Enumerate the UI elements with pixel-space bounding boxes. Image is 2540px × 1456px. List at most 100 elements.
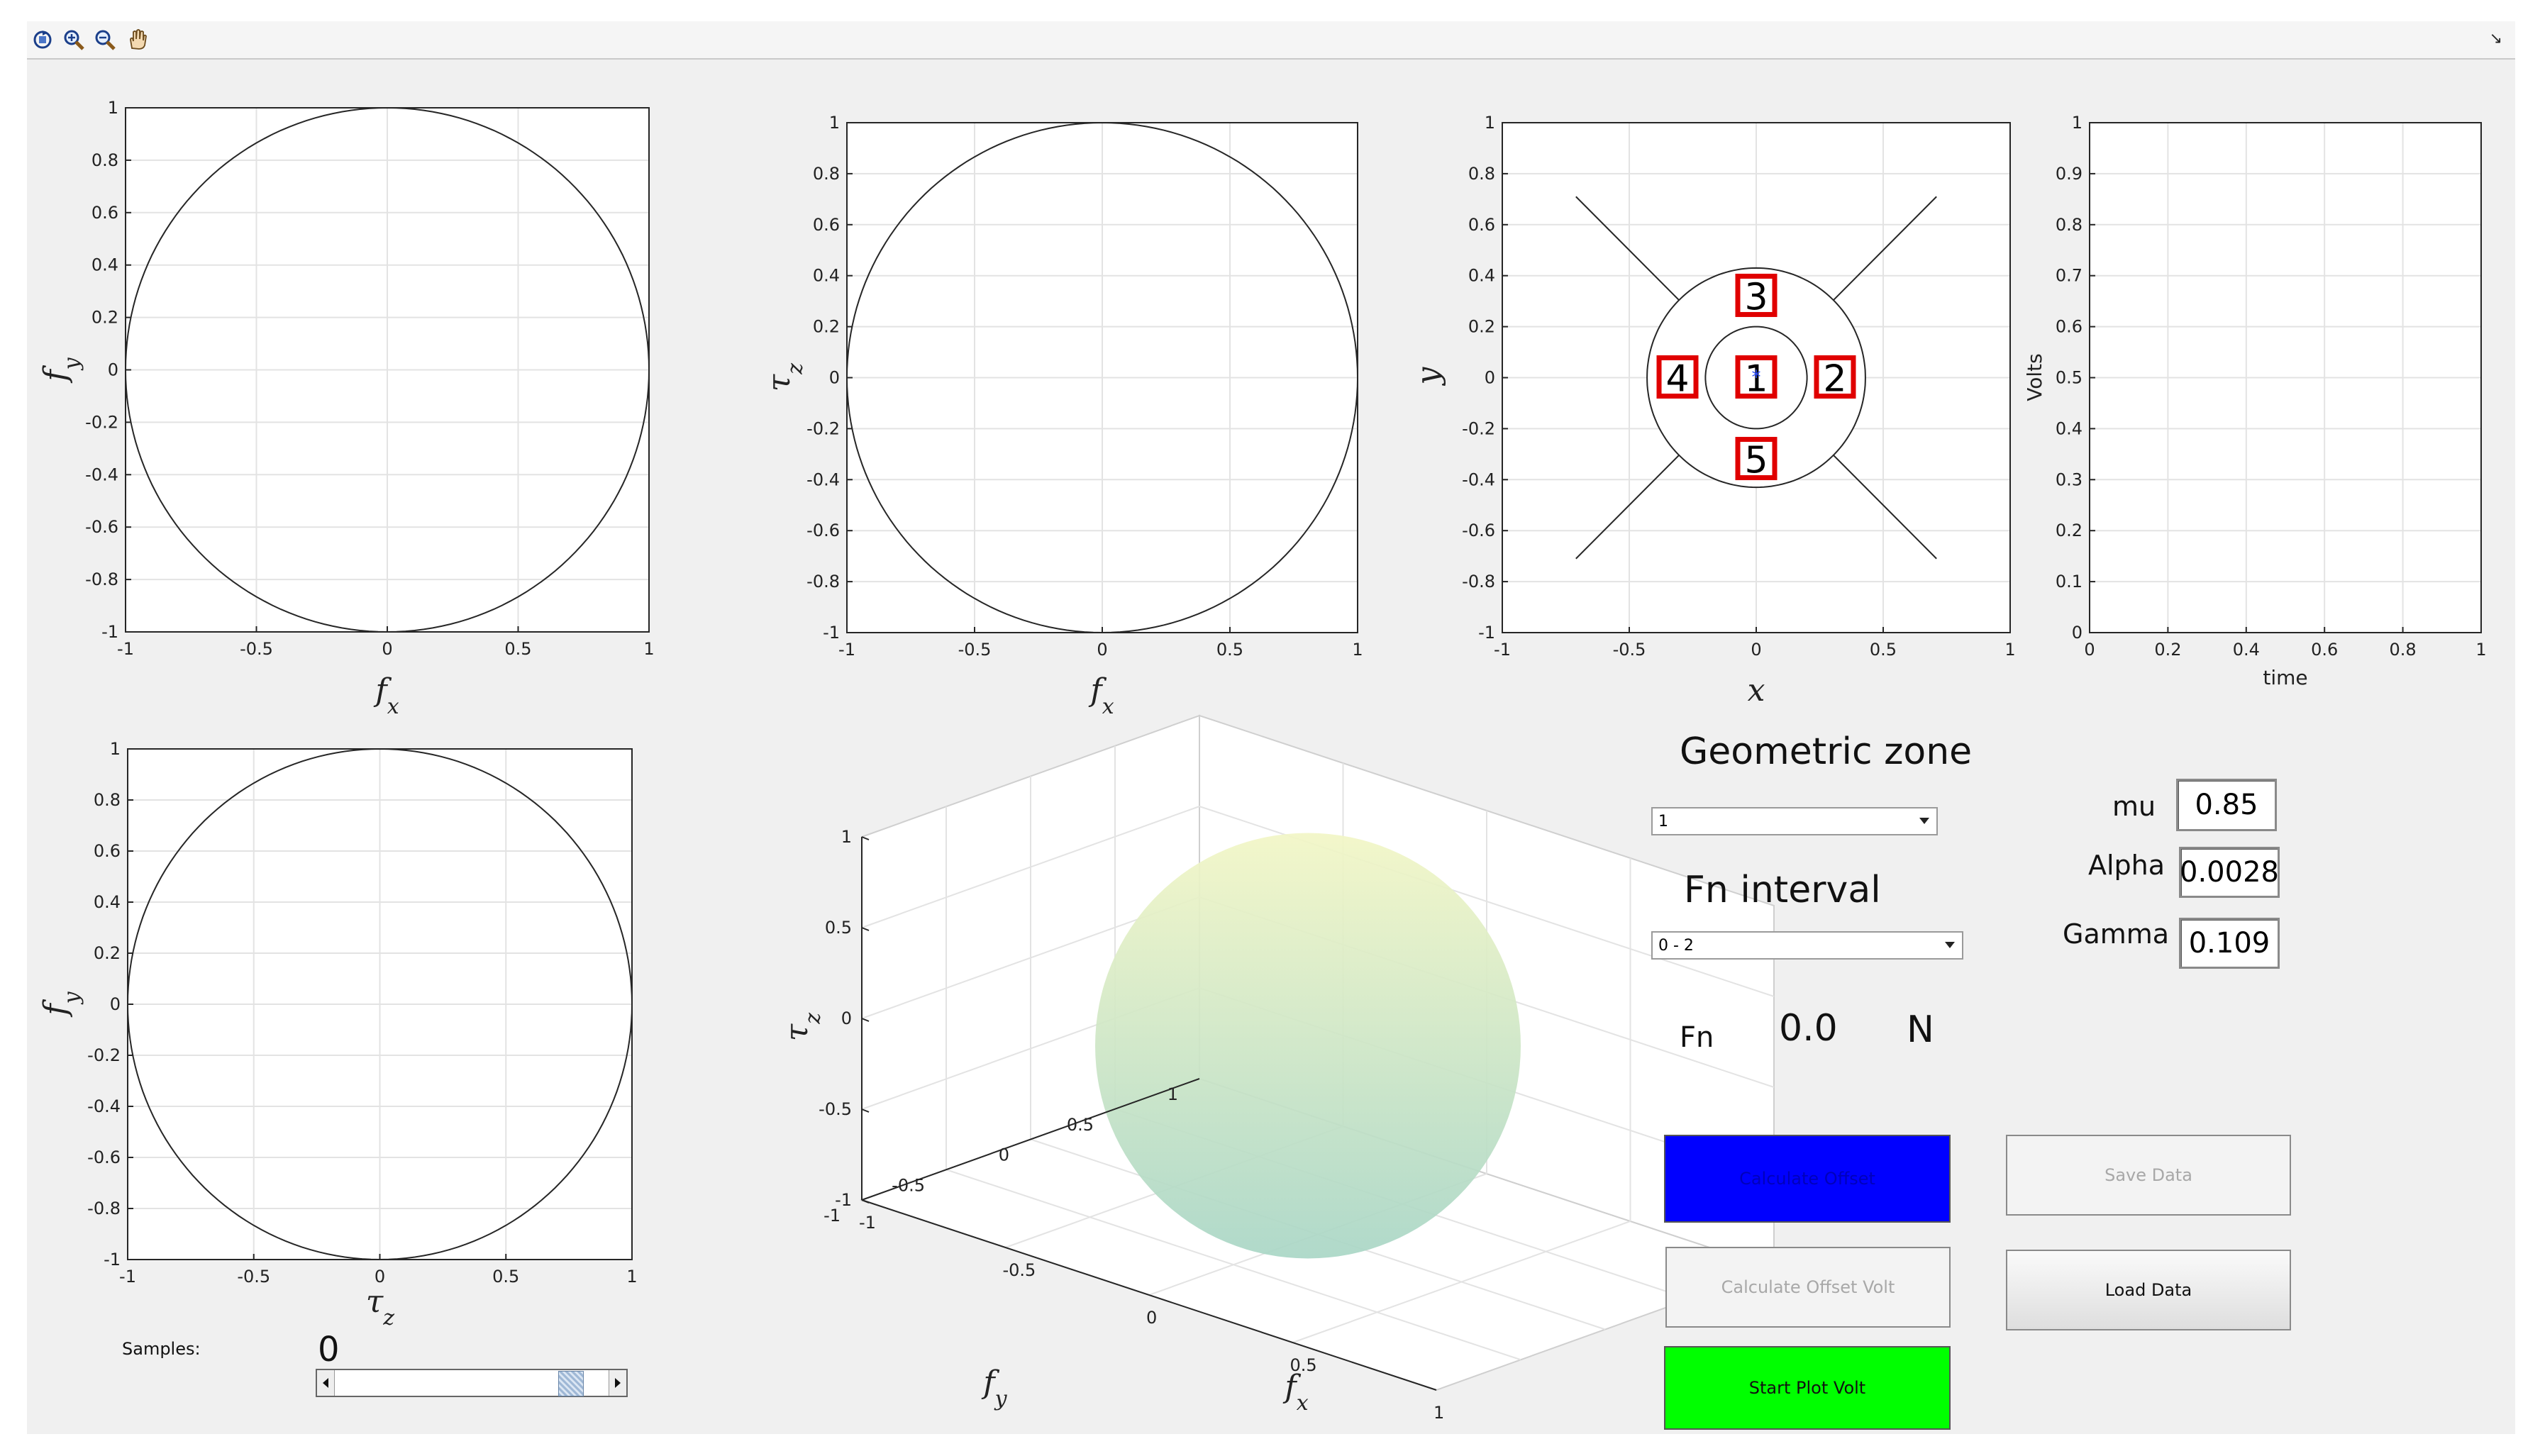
z-axis-label: τz xyxy=(779,1013,826,1041)
geometric-zone-selected: 1 xyxy=(1658,812,1668,830)
y-tick-label: 0.1 xyxy=(2056,572,2083,591)
y-tick-label: -0.8 xyxy=(87,1199,121,1218)
slider-right-arrow-icon[interactable] xyxy=(609,1370,626,1396)
y-tick-label: 0.3 xyxy=(2056,469,2083,489)
y-tick-label: -0.2 xyxy=(1462,418,1495,438)
y-tick-label: -0.6 xyxy=(87,1147,121,1167)
alpha-input[interactable]: 0.0028 xyxy=(2179,847,2280,898)
x-tick-label: 1 xyxy=(2475,640,2486,660)
y-tick-label: -0.8 xyxy=(806,572,840,591)
x-axis-label: τz xyxy=(366,1284,394,1330)
mu-input[interactable]: 0.85 xyxy=(2176,779,2277,831)
y-tick-label: -0.4 xyxy=(85,465,118,484)
y-tick-label: 0.8 xyxy=(94,790,121,810)
fx-fy-plot[interactable]: -1 -0.5 0 0.5 1 -1 -0.8 -0.6 -0.4 -0.2 0 0.2 0.4 0.6 0… xyxy=(38,98,655,719)
fn-interval-title: Fn interval xyxy=(1684,869,1881,911)
x-tick-label: 0.5 xyxy=(492,1267,519,1286)
y-tick-label: -0.4 xyxy=(87,1096,121,1116)
y-tick-label: 0.4 xyxy=(91,255,118,275)
x-tick-label: 0.2 xyxy=(2154,640,2181,660)
fx-tauz-plot[interactable]: -1 -0.5 0 0.5 1 -1 -0.8 -0.6 -0.4 -0.2 0 0.2 0.4 0.6 0… xyxy=(761,113,1363,719)
load-data-button[interactable]: Load Data xyxy=(2006,1250,2291,1330)
geometric-zone-dropdown[interactable]: 1 xyxy=(1651,807,1938,835)
fn-interval-dropdown[interactable]: 0 - 2 xyxy=(1651,931,1963,960)
y-tick-label: 0.4 xyxy=(94,892,121,912)
volts-time-plot[interactable]: 0 0.2 0.4 0.6 0.8 1 0 0.1 0.2 0.3 0.4 0.5 0.6 0.7 0.8 0… xyxy=(2023,113,2487,689)
fn-unit: N xyxy=(1907,1008,1934,1051)
z-tick-label: 0 xyxy=(841,1008,852,1028)
y-tick-label: 0.5 xyxy=(2056,368,2083,388)
mu-label: mu xyxy=(2112,791,2156,822)
y-tick-label: -0.4 xyxy=(1462,469,1495,489)
y-tick-label: -1 xyxy=(104,1250,121,1269)
x-tick-label: 0.8 xyxy=(2390,640,2417,660)
fy-tick-label: -1 xyxy=(823,1206,841,1226)
fy-tick-label: -0.5 xyxy=(892,1175,925,1195)
zone-label-3: 3 xyxy=(1744,276,1768,318)
y-tick-label: 0.2 xyxy=(1468,317,1495,337)
x-tick-label: -1 xyxy=(1494,640,1511,660)
y-tick-label: -0.6 xyxy=(85,517,118,537)
y-tick-label: 0 xyxy=(829,368,840,388)
calculate-offset-volt-button[interactable]: Calculate Offset Volt xyxy=(1665,1247,1951,1328)
samples-slider[interactable] xyxy=(316,1369,628,1397)
slider-thumb[interactable] xyxy=(558,1371,584,1396)
x-tick-label: -0.5 xyxy=(240,639,273,659)
y-tick-label: -0.6 xyxy=(1462,521,1495,540)
xy-zone-plot[interactable]: -1 -0.5 0 0.5 1 -1 -0.8 -0.6 -0.4 -0.2 0 0.2 0.4 0.6 0… xyxy=(1410,113,2016,708)
y-tick-label: 0.8 xyxy=(2056,215,2083,235)
x-tick-label: -0.5 xyxy=(958,640,992,660)
y-tick-label: -0.8 xyxy=(1462,572,1495,591)
gamma-label: Gamma xyxy=(2063,918,2170,950)
y-tick-label: 0.2 xyxy=(94,943,121,963)
y-tick-label: 1 xyxy=(1485,113,1495,133)
chevron-down-icon xyxy=(1945,942,1955,948)
zone-label-4: 4 xyxy=(1665,358,1689,401)
fn-label: Fn xyxy=(1680,1021,1714,1054)
y-tick-label: 0.4 xyxy=(813,266,840,286)
y-tick-label: 0.7 xyxy=(2056,266,2083,286)
fx-tick-label: 0 xyxy=(1146,1308,1157,1328)
y-tick-label: 0.6 xyxy=(91,203,118,223)
y-tick-label: 0.4 xyxy=(2056,418,2083,438)
zone-label-2: 2 xyxy=(1823,358,1846,401)
y-tick-label: 0 xyxy=(2072,623,2083,643)
y-tick-label: 0.2 xyxy=(2056,521,2083,540)
x-axis-label: fx xyxy=(1282,1369,1308,1416)
gamma-input[interactable]: 0.109 xyxy=(2179,918,2280,969)
y-tick-label: 0.8 xyxy=(91,150,118,170)
x-tick-label: 0.4 xyxy=(2233,640,2260,660)
y-axis-label: fy xyxy=(981,1365,1007,1411)
alpha-label: Alpha xyxy=(2088,850,2165,881)
fn-interval-selected: 0 - 2 xyxy=(1658,936,1694,955)
app-window: ↘ -1 -0.5 0 0.5 1 -1 -0.8 -0.6 -0.4 -0.2 0 0.2 0.4 0.… xyxy=(27,21,2515,1434)
x-tick-label: -1 xyxy=(119,1267,136,1286)
slider-left-arrow-icon[interactable] xyxy=(317,1370,335,1396)
y-tick-label: 1 xyxy=(829,113,840,133)
y-tick-label: 0.4 xyxy=(1468,266,1495,286)
y-axis-label: τz xyxy=(761,363,808,391)
fx-tick-label: -1 xyxy=(859,1213,876,1233)
fx-tick-label: -0.5 xyxy=(1003,1260,1036,1280)
z-tick-label: 1 xyxy=(841,827,852,847)
x-tick-label: -0.5 xyxy=(237,1267,270,1286)
y-axis-label: fy xyxy=(38,991,84,1017)
y-tick-label: -0.2 xyxy=(87,1045,121,1065)
x-axis-label: fx xyxy=(373,672,399,719)
calculate-offset-button[interactable]: Calculate Offset xyxy=(1664,1135,1951,1223)
plots-canvas: -1 -0.5 0 0.5 1 -1 -0.8 -0.6 -0.4 -0.2 0 0.2 0.4 0.6 0… xyxy=(38,98,2487,1423)
x-tick-label: 0 xyxy=(382,639,392,659)
x-axis-label: x xyxy=(1748,672,1765,708)
y-tick-label: 0.6 xyxy=(94,841,121,861)
tauz-fy-plot[interactable]: -1 -0.5 0 0.5 1-1-0.8-0.6-0.4-0.200.20.40.60… xyxy=(38,739,638,1330)
y-tick-label: -0.2 xyxy=(85,412,118,432)
y-tick-label: -0.4 xyxy=(806,469,840,489)
y-tick-label: -1 xyxy=(823,623,840,643)
start-plot-volt-button[interactable]: Start Plot Volt xyxy=(1664,1346,1951,1430)
sphere-3d-plot[interactable]: -1-0.500.51-1-0.500.51-1-0.500.51fxfyτz xyxy=(779,714,1777,1423)
save-data-button[interactable]: Save Data xyxy=(2006,1135,2291,1216)
x-tick-label: 0 xyxy=(1097,640,1107,660)
chevron-down-icon xyxy=(1919,818,1929,824)
y-tick-label: -0.2 xyxy=(806,418,840,438)
y-tick-label: 0.6 xyxy=(813,215,840,235)
